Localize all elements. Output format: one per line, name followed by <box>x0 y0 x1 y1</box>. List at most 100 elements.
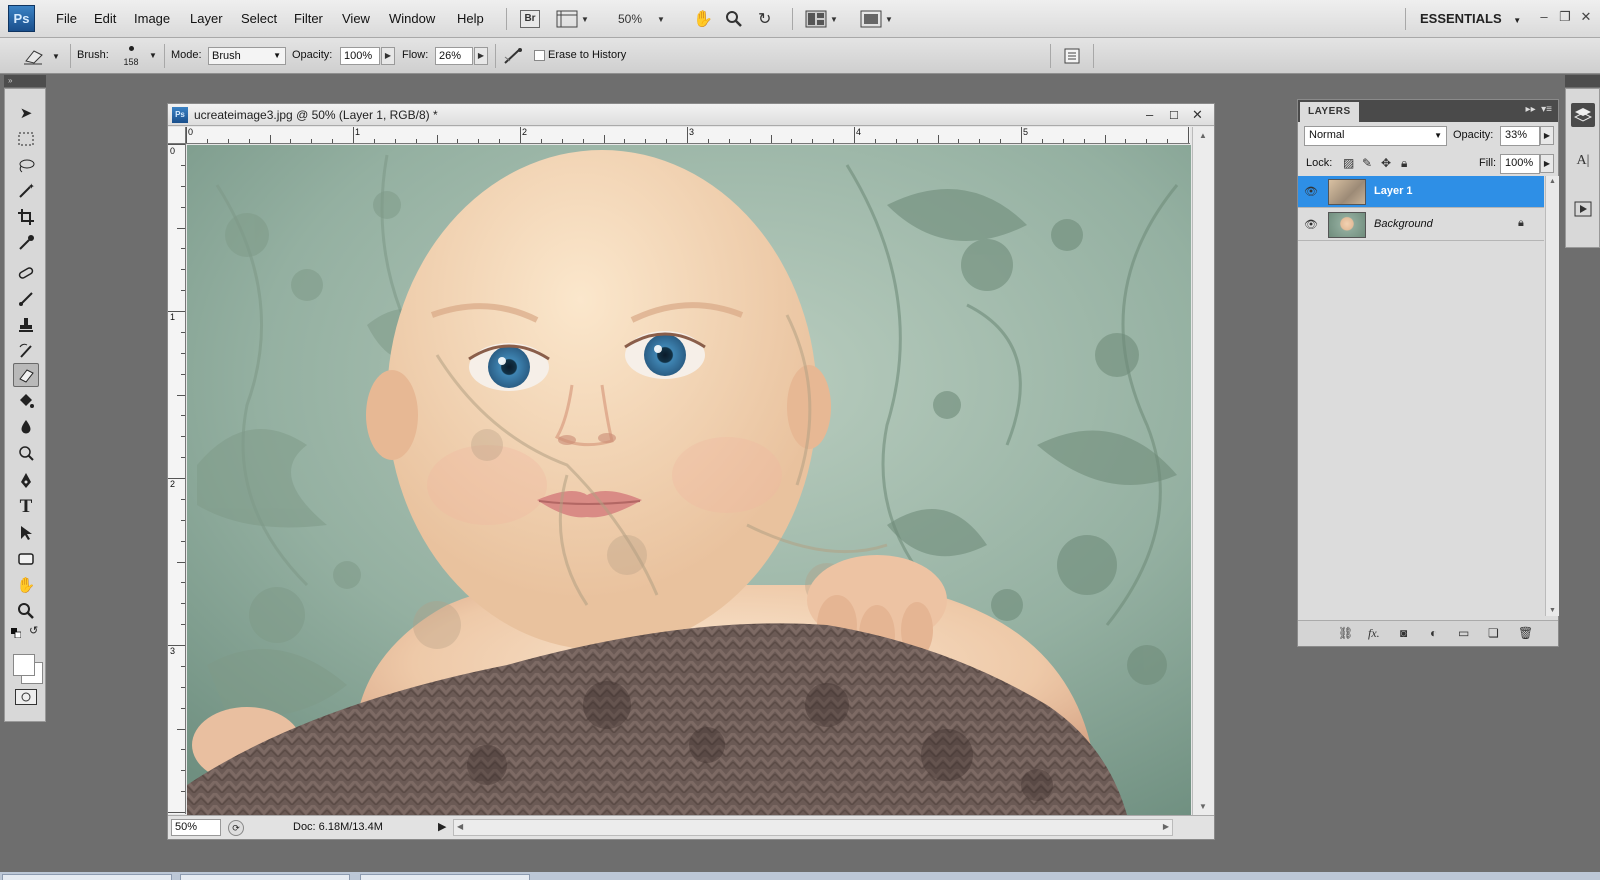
fill-slider-button[interactable]: ▶ <box>1540 154 1554 173</box>
screen-mode-button[interactable]: ▼ <box>860 8 893 30</box>
menu-window[interactable]: Window <box>389 11 435 26</box>
view-extras-button[interactable]: ▼ <box>556 8 589 30</box>
lasso-tool[interactable] <box>13 153 39 177</box>
opacity-slider-button[interactable]: ▶ <box>381 47 395 65</box>
rotate-view-button[interactable]: ↻ <box>758 8 771 30</box>
erase-to-history-checkbox[interactable] <box>534 50 545 61</box>
pen-tool[interactable] <box>13 469 39 493</box>
arrange-documents-button[interactable]: ▼ <box>805 8 838 30</box>
minimize-app-button[interactable]: – <box>1536 9 1552 24</box>
path-select-tool[interactable] <box>13 521 39 545</box>
character-panel-button[interactable]: A| <box>1571 149 1595 173</box>
swap-colors-button[interactable]: ↺ <box>29 624 38 637</box>
blend-mode-dropdown[interactable]: Normal ▼ <box>1304 126 1447 146</box>
airbrush-toggle[interactable] <box>502 47 524 68</box>
scroll-left-icon[interactable]: ◀ <box>457 822 463 831</box>
menu-file[interactable]: File <box>56 11 77 26</box>
clone-stamp-tool[interactable] <box>13 313 39 337</box>
foreground-color-swatch[interactable] <box>13 654 35 676</box>
dock-header[interactable] <box>1565 75 1600 87</box>
brush-tool[interactable] <box>13 287 39 311</box>
visibility-eye-icon[interactable]: 👁︎ <box>1304 218 1318 231</box>
menu-help[interactable]: Help <box>457 11 484 26</box>
document-vertical-scrollbar[interactable]: ▲ ▼ <box>1192 127 1214 815</box>
vertical-ruler[interactable]: 0 1 2 3 <box>168 144 186 814</box>
scroll-down-icon[interactable]: ▼ <box>1549 607 1556 614</box>
tools-panel-header[interactable]: » <box>4 75 46 87</box>
panel-menu-icon[interactable]: ▸▸ ▾≡ <box>1526 104 1552 115</box>
tool-preset-picker[interactable]: ▼ <box>22 47 60 65</box>
default-colors-button[interactable] <box>11 627 22 639</box>
maximize-document-button[interactable]: ☐ <box>1169 109 1179 122</box>
quick-select-tool[interactable]: ✦ <box>13 179 39 203</box>
close-app-button[interactable]: ✕ <box>1578 9 1594 25</box>
menu-select[interactable]: Select <box>241 11 277 26</box>
launch-bridge-button[interactable]: Br <box>520 8 540 30</box>
taskbar-button[interactable] <box>2 874 172 880</box>
menu-filter[interactable]: Filter <box>294 11 323 26</box>
status-info-button[interactable]: ⟳ <box>228 820 244 836</box>
delete-layer-icon[interactable]: 🗑︎ <box>1518 626 1533 640</box>
visibility-eye-icon[interactable]: 👁︎ <box>1304 185 1318 198</box>
lock-position-icon[interactable]: ✥ <box>1381 156 1391 170</box>
fill-input[interactable]: 100% <box>1500 154 1540 174</box>
document-horizontal-scrollbar[interactable]: ◀ ▶ <box>453 819 1173 836</box>
add-mask-icon[interactable]: ◙ <box>1400 626 1407 640</box>
layers-tab[interactable]: LAYERS <box>1300 102 1359 122</box>
document-title-bar[interactable]: Ps ucreateimage3.jpg @ 50% (Layer 1, RGB… <box>168 104 1214 126</box>
layer-row-background[interactable]: 👁︎ Background 🔒︎ <box>1298 209 1544 241</box>
quick-mask-button[interactable] <box>15 689 37 705</box>
minimize-document-button[interactable]: – <box>1146 107 1153 122</box>
layer-opacity-input[interactable]: 33% <box>1500 126 1540 146</box>
layer-opacity-slider-button[interactable]: ▶ <box>1540 126 1554 145</box>
new-group-icon[interactable]: ▭ <box>1458 626 1469 640</box>
lock-transparency-icon[interactable]: ▨ <box>1343 156 1354 170</box>
status-menu-arrow-icon[interactable]: ▶ <box>438 820 446 833</box>
history-brush-tool[interactable] <box>13 339 39 363</box>
eyedropper-tool[interactable] <box>13 231 39 255</box>
mode-dropdown[interactable]: Brush ▼ <box>208 47 286 65</box>
restore-app-button[interactable]: ❐ <box>1557 9 1573 25</box>
menu-edit[interactable]: Edit <box>94 11 116 26</box>
hand-tool-button[interactable]: ✋ <box>693 8 713 30</box>
ruler-origin[interactable] <box>168 127 186 144</box>
layer-row-layer-1[interactable]: 👁︎ Layer 1 <box>1298 176 1544 208</box>
scroll-right-icon[interactable]: ▶ <box>1163 822 1169 831</box>
layers-panel-icon-button[interactable] <box>1571 103 1595 127</box>
menu-view[interactable]: View <box>342 11 370 26</box>
image-canvas[interactable] <box>187 145 1191 815</box>
blur-tool[interactable] <box>13 415 39 439</box>
flow-slider-button[interactable]: ▶ <box>474 47 488 65</box>
menu-layer[interactable]: Layer <box>190 11 223 26</box>
zoom-level-dropdown[interactable]: 50% ▼ <box>618 8 665 30</box>
workspace-switcher[interactable]: ESSENTIALS ▼ <box>1420 11 1521 26</box>
taskbar-button[interactable] <box>180 874 350 880</box>
new-layer-icon[interactable]: ❏ <box>1488 626 1499 640</box>
move-tool[interactable]: ➤ <box>13 101 39 125</box>
link-layers-icon[interactable]: ⛓ <box>1338 626 1353 640</box>
brush-preset-picker[interactable]: 158 <box>118 43 144 71</box>
brush-panel-button[interactable] <box>1063 47 1081 68</box>
flow-input[interactable]: 26% <box>435 47 473 65</box>
healing-tool[interactable] <box>13 261 39 285</box>
shape-tool[interactable] <box>13 547 39 571</box>
marquee-tool[interactable] <box>13 127 39 151</box>
scroll-up-icon[interactable]: ▲ <box>1199 131 1207 140</box>
crop-tool[interactable] <box>13 205 39 229</box>
hand-tool[interactable]: ✋ <box>13 573 39 597</box>
zoom-input[interactable]: 50% <box>171 819 221 836</box>
zoom-tool-button[interactable] <box>725 8 743 30</box>
eraser-tool[interactable] <box>13 363 39 387</box>
paint-bucket-tool[interactable] <box>13 389 39 413</box>
zoom-tool[interactable] <box>13 599 39 623</box>
taskbar-button[interactable] <box>360 874 530 880</box>
adjustment-layer-icon[interactable]: ◐ <box>1430 626 1437 640</box>
close-document-button[interactable]: ✕ <box>1192 107 1203 123</box>
type-tool[interactable]: T <box>13 495 39 519</box>
fx-icon[interactable]: fx. <box>1368 626 1380 641</box>
layers-scrollbar[interactable]: ▲ ▼ <box>1545 176 1559 616</box>
actions-panel-button[interactable] <box>1571 197 1595 221</box>
chevron-down-icon[interactable]: ▼ <box>149 51 157 60</box>
scroll-up-icon[interactable]: ▲ <box>1549 178 1556 185</box>
opacity-input[interactable]: 100% <box>340 47 380 65</box>
